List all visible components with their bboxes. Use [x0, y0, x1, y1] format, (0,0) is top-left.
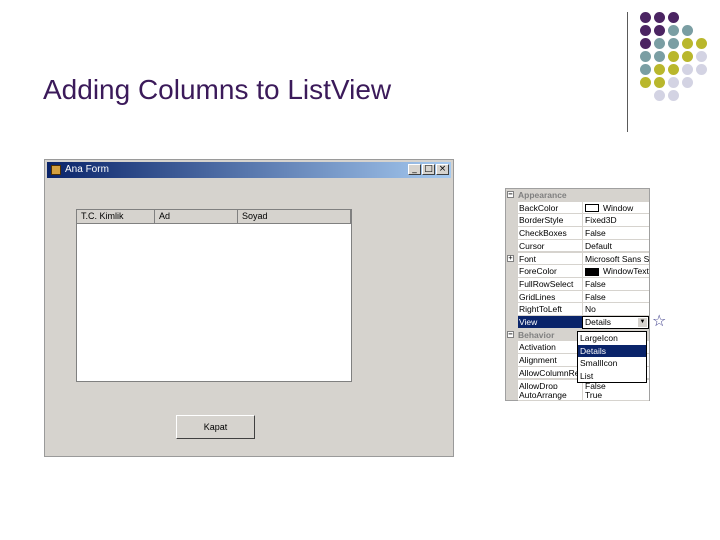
property-name: Font: [518, 252, 582, 266]
column-header-soyad[interactable]: Soyad: [238, 210, 351, 224]
minimize-button[interactable]: _: [408, 164, 421, 175]
property-row-cursor[interactable]: Cursor Default: [506, 239, 649, 253]
property-row-gridlines[interactable]: GridLines False: [506, 290, 649, 304]
property-name: View: [518, 316, 582, 329]
property-name: Activation: [518, 341, 582, 355]
dot: [696, 64, 707, 75]
dot: [654, 51, 665, 62]
slide-title: Adding Columns to ListView: [43, 74, 392, 105]
dot: [682, 25, 693, 36]
property-name: CheckBoxes: [518, 227, 582, 240]
category-label: Appearance: [518, 190, 567, 200]
property-row-backcolor[interactable]: BackColor Window: [506, 201, 649, 215]
dot: [654, 64, 665, 75]
view-option-largeicon[interactable]: LargeIcon: [578, 332, 646, 345]
dropdown-arrow-icon[interactable]: ▼: [638, 318, 647, 327]
property-name: BorderStyle: [518, 214, 582, 228]
close-form-button[interactable]: Kapat: [176, 415, 255, 439]
category-appearance[interactable]: − Appearance: [506, 189, 649, 202]
column-header-tc-kimlik[interactable]: T.C. Kimlik: [77, 210, 155, 224]
property-row-forecolor[interactable]: ForeColor WindowText: [506, 265, 649, 278]
category-label: Behavior: [518, 329, 555, 340]
property-name: RightToLeft: [518, 303, 582, 316]
view-option-smallicon[interactable]: SmallIcon: [578, 357, 646, 370]
color-swatch: [585, 267, 599, 276]
expand-icon[interactable]: +: [507, 254, 514, 262]
dot: [682, 51, 693, 62]
close-button[interactable]: ×: [436, 164, 449, 175]
property-name: Cursor: [518, 239, 582, 253]
collapse-icon[interactable]: −: [507, 191, 514, 198]
property-value[interactable]: False: [582, 277, 649, 291]
view-option-list[interactable]: List: [578, 370, 646, 383]
dot: [682, 77, 693, 88]
dot: [668, 51, 679, 62]
property-value[interactable]: Default: [582, 239, 649, 253]
title-divider-line: [627, 12, 628, 132]
view-dropdown[interactable]: Details ▼: [582, 316, 649, 329]
property-value[interactable]: False: [582, 290, 649, 304]
maximize-button[interactable]: □: [422, 164, 435, 175]
property-value[interactable]: Window: [582, 201, 649, 215]
dot: [682, 64, 693, 75]
property-name: FullRowSelect: [518, 277, 582, 291]
property-row-view[interactable]: View Details ▼: [506, 316, 649, 329]
dot: [696, 51, 707, 62]
dot: [654, 25, 665, 36]
property-value[interactable]: True: [582, 389, 649, 401]
column-header-ad[interactable]: Ad: [155, 210, 238, 224]
star-icon: ☆: [652, 311, 667, 330]
property-name: AutoArrange: [518, 389, 582, 401]
color-swatch: [585, 204, 599, 213]
property-row-borderstyle[interactable]: BorderStyle Fixed3D: [506, 214, 649, 228]
dot: [640, 64, 651, 75]
collapse-icon[interactable]: −: [507, 330, 514, 338]
property-row-font[interactable]: + Font Microsoft Sans Se: [506, 252, 649, 266]
property-row-righttoleft[interactable]: RightToLeft No: [506, 303, 649, 316]
dot: [668, 77, 679, 88]
dot: [654, 12, 665, 23]
dot: [668, 64, 679, 75]
dot: [654, 90, 665, 101]
dot: [640, 38, 651, 49]
list-view[interactable]: T.C. Kimlik Ad Soyad: [76, 209, 352, 382]
dot: [668, 90, 679, 101]
property-name: Alignment: [518, 354, 582, 367]
dot: [654, 77, 665, 88]
form-window: Ana Form _ □ × T.C. Kimlik Ad Soyad Kapa…: [44, 159, 454, 457]
form-title-bar[interactable]: Ana Form _ □ ×: [47, 162, 451, 178]
dot: [668, 38, 679, 49]
dot: [640, 77, 651, 88]
property-value[interactable]: Fixed3D: [582, 214, 649, 228]
property-value[interactable]: WindowText: [582, 265, 649, 278]
view-option-details[interactable]: Details: [578, 344, 646, 357]
dot: [696, 38, 707, 49]
view-options-list[interactable]: LargeIcon Details SmallIcon List: [577, 331, 647, 383]
property-value[interactable]: No: [582, 303, 649, 316]
property-row-fullrowselect[interactable]: FullRowSelect False: [506, 277, 649, 291]
dot: [640, 25, 651, 36]
property-name: AllowColumnRe: [518, 366, 582, 380]
property-name: BackColor: [518, 201, 582, 215]
property-name: GridLines: [518, 290, 582, 304]
property-row-checkboxes[interactable]: CheckBoxes False: [506, 227, 649, 240]
property-value-text: Window: [603, 202, 634, 213]
dot: [668, 12, 679, 23]
view-dropdown-value: Details: [585, 317, 611, 327]
dot: [682, 38, 693, 49]
list-view-header: T.C. Kimlik Ad Soyad: [77, 210, 351, 224]
property-value[interactable]: False: [582, 227, 649, 240]
property-value[interactable]: Microsoft Sans Se: [582, 252, 649, 266]
property-name: ForeColor: [518, 265, 582, 278]
property-value-text: WindowText: [603, 266, 649, 277]
dot: [640, 51, 651, 62]
form-title: Ana Form: [65, 164, 109, 175]
dot: [654, 38, 665, 49]
form-app-icon: [51, 165, 61, 175]
dot: [668, 25, 679, 36]
dot: [640, 12, 651, 23]
property-row-autoarrange[interactable]: AutoArrange True: [506, 389, 649, 401]
